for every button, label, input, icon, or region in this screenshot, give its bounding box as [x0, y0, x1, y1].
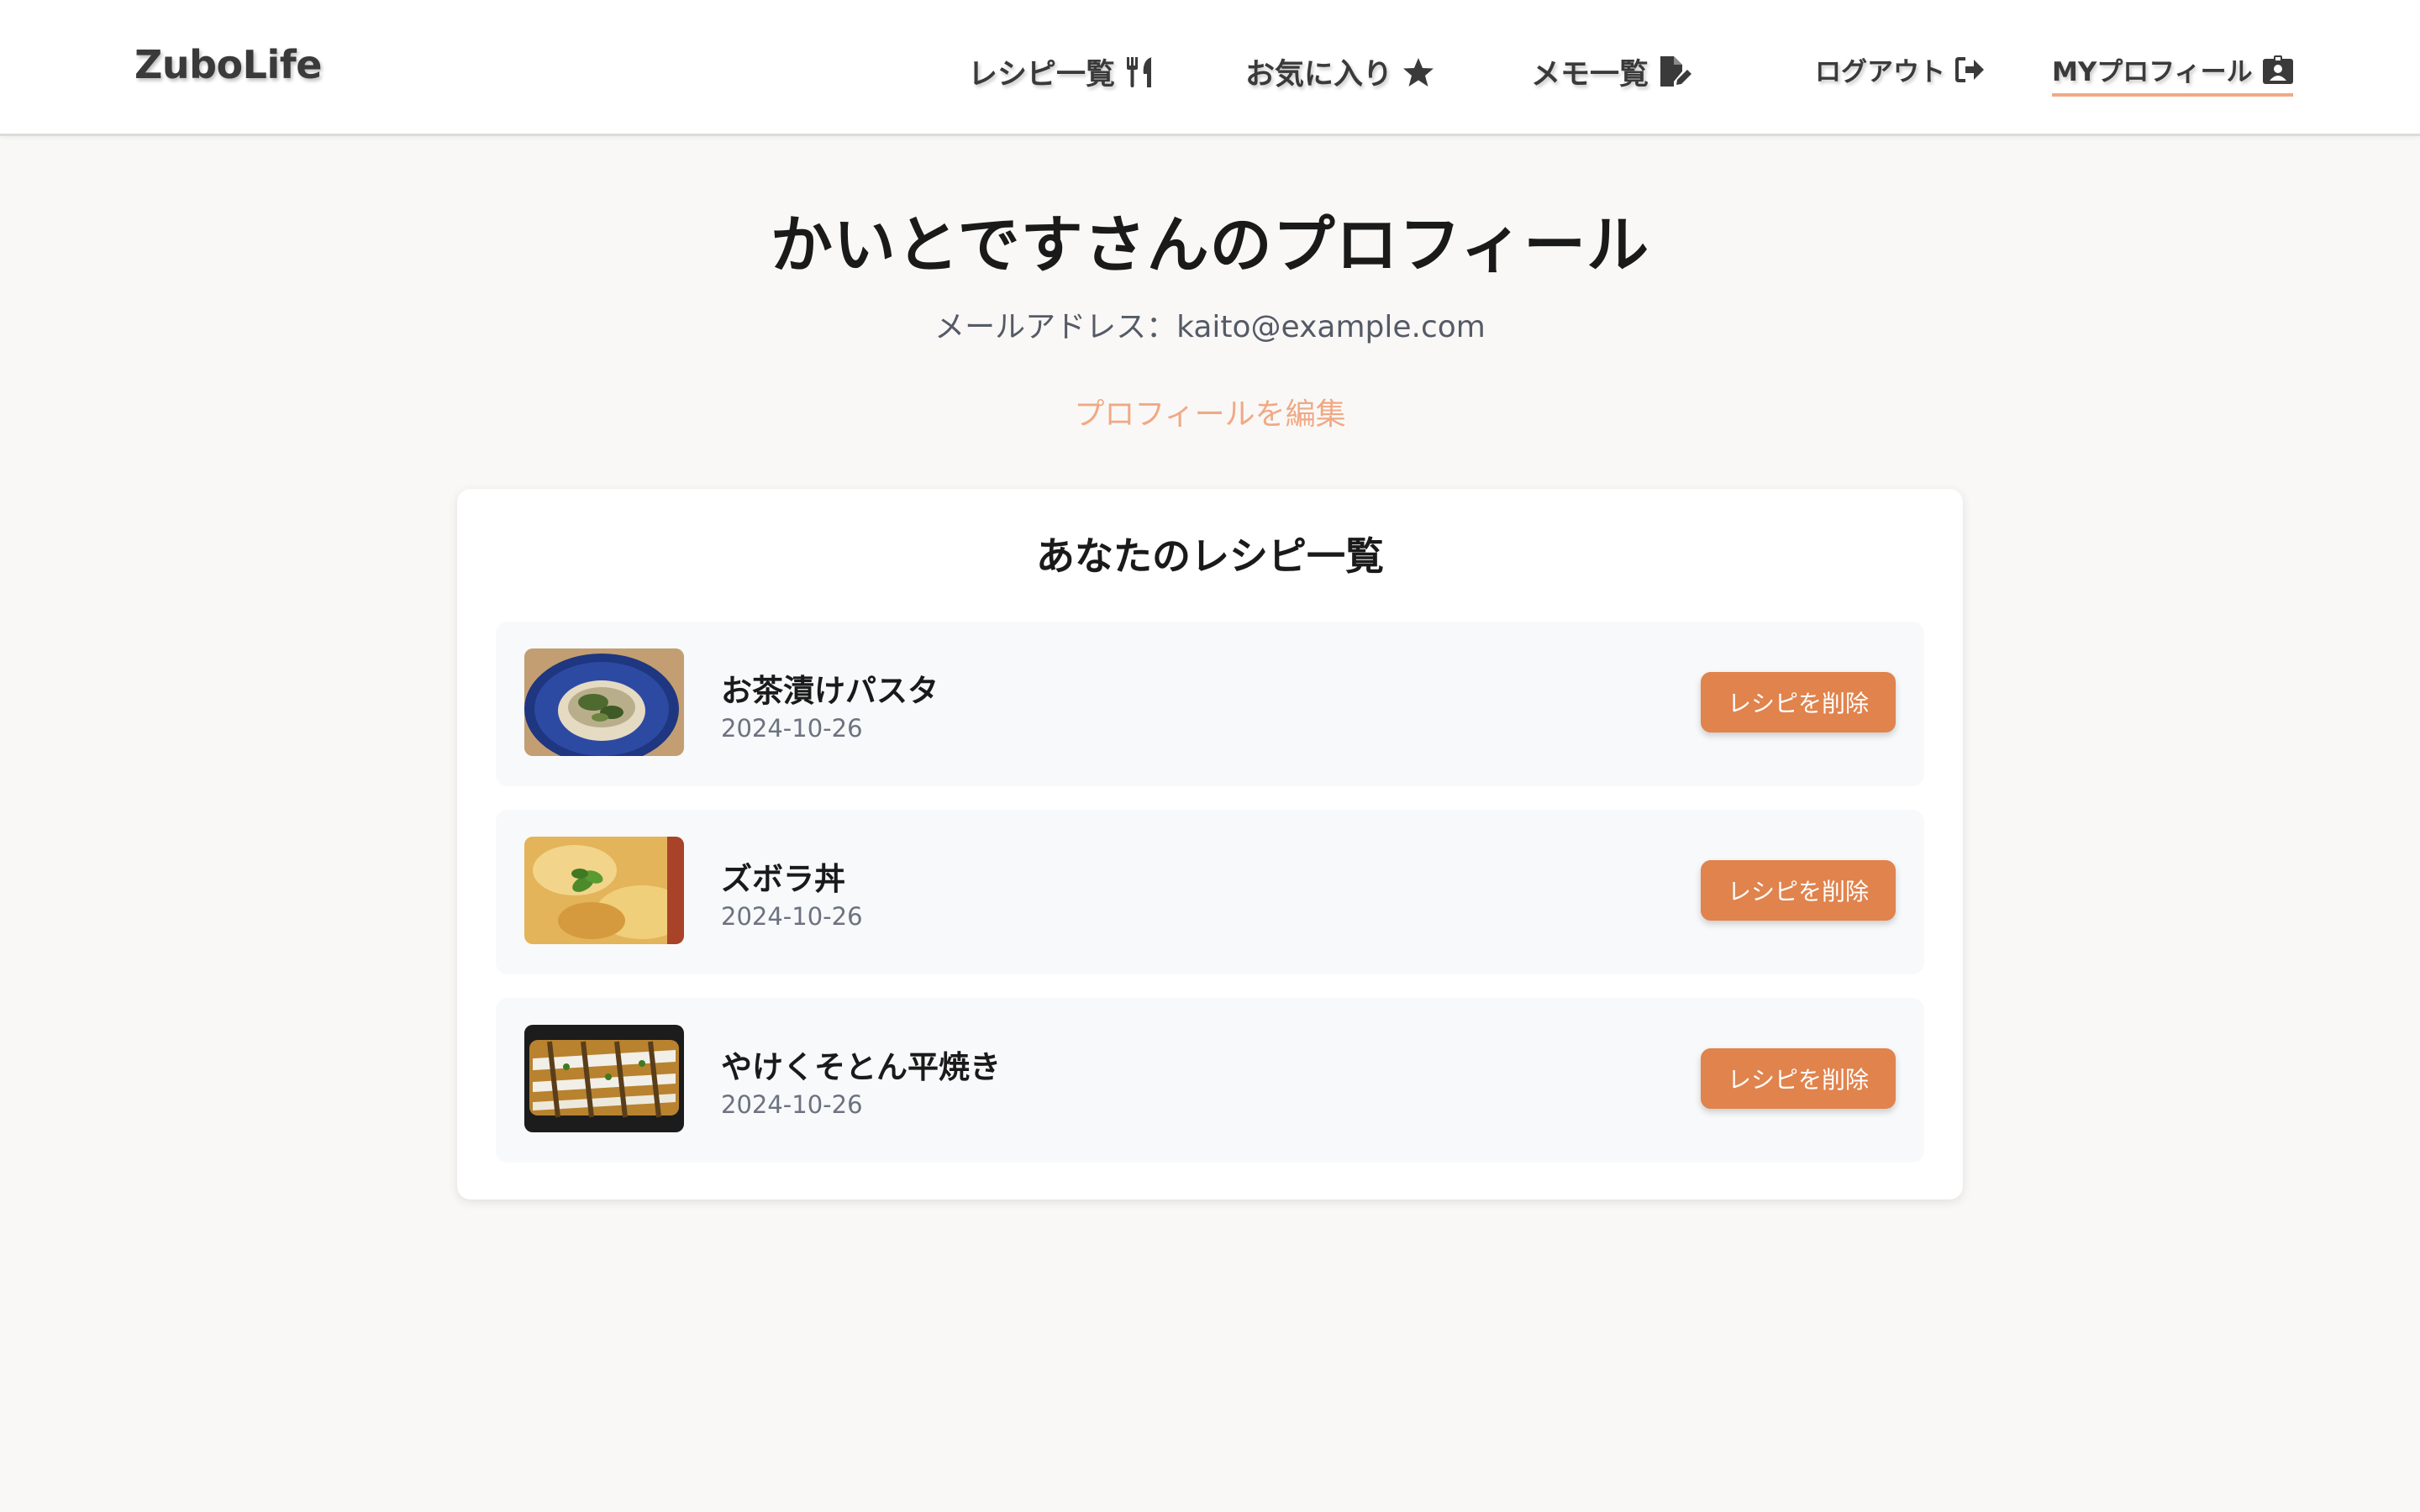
- file-pen-icon: [1660, 55, 1692, 87]
- page-title: かいとですさんのプロフィール: [770, 209, 1650, 281]
- recipe-date: 2024-10-26: [721, 714, 863, 743]
- nav-memos[interactable]: メモ一覧: [1531, 50, 1692, 93]
- nav-recipes-label: レシピ一覧: [968, 58, 1116, 92]
- recipe-row[interactable]: ズボラ丼 2024-10-26 レシピを削除: [496, 810, 1924, 974]
- recipe-date: 2024-10-26: [721, 902, 863, 931]
- utensils-icon: [1127, 56, 1153, 87]
- delete-recipe-button[interactable]: レシピを削除: [1701, 860, 1896, 921]
- recipe-row[interactable]: お茶漬けパスタ 2024-10-26 レシピを削除: [496, 622, 1924, 786]
- id-badge-icon: [2262, 55, 2293, 84]
- delete-recipe-button[interactable]: レシピを削除: [1701, 1048, 1896, 1109]
- recipe-thumbnail: [524, 1025, 684, 1132]
- nav-profile[interactable]: MYプロフィール: [2052, 50, 2293, 97]
- recipes-card: あなたのレシピ一覧 お茶漬けパスタ 2024-10-26 レシピを削除 ズボラ丼…: [457, 489, 1963, 1200]
- top-navbar: ZuboLife レシピ一覧 お気に入り メモ一覧 ログアウト MYプロフィール: [0, 0, 2420, 136]
- nav-logout-label: ログアウト: [1815, 57, 1945, 87]
- nav-favorites-label: お気に入り: [1245, 58, 1393, 92]
- edit-profile-link[interactable]: プロフィールを編集: [1074, 397, 1345, 432]
- recipe-thumbnail: [524, 648, 684, 756]
- star-icon: [1403, 57, 1434, 87]
- nav-favorites[interactable]: お気に入り: [1245, 50, 1434, 93]
- delete-recipe-button[interactable]: レシピを削除: [1701, 672, 1896, 732]
- logout-icon: [1955, 56, 1984, 82]
- recipe-thumbnail: [524, 837, 684, 944]
- email-address: メールアドレス：kaito@example.com: [934, 310, 1486, 344]
- recipes-section-title: あなたのレシピ一覧: [1036, 533, 1384, 579]
- recipe-row[interactable]: やけくそとん平焼き 2024-10-26 レシピを削除: [496, 998, 1924, 1163]
- nav-recipes[interactable]: レシピ一覧: [968, 50, 1154, 93]
- recipe-name[interactable]: お茶漬けパスタ: [721, 665, 939, 711]
- recipe-name[interactable]: ズボラ丼: [721, 853, 845, 899]
- recipe-name[interactable]: やけくそとん平焼き: [721, 1042, 1001, 1087]
- app-logo[interactable]: ZuboLife: [134, 42, 322, 87]
- nav-profile-label: MYプロフィール: [2052, 57, 2253, 87]
- nav-logout[interactable]: ログアウト: [1815, 50, 1986, 88]
- nav-memos-label: メモ一覧: [1531, 58, 1649, 92]
- recipe-date: 2024-10-26: [721, 1090, 863, 1119]
